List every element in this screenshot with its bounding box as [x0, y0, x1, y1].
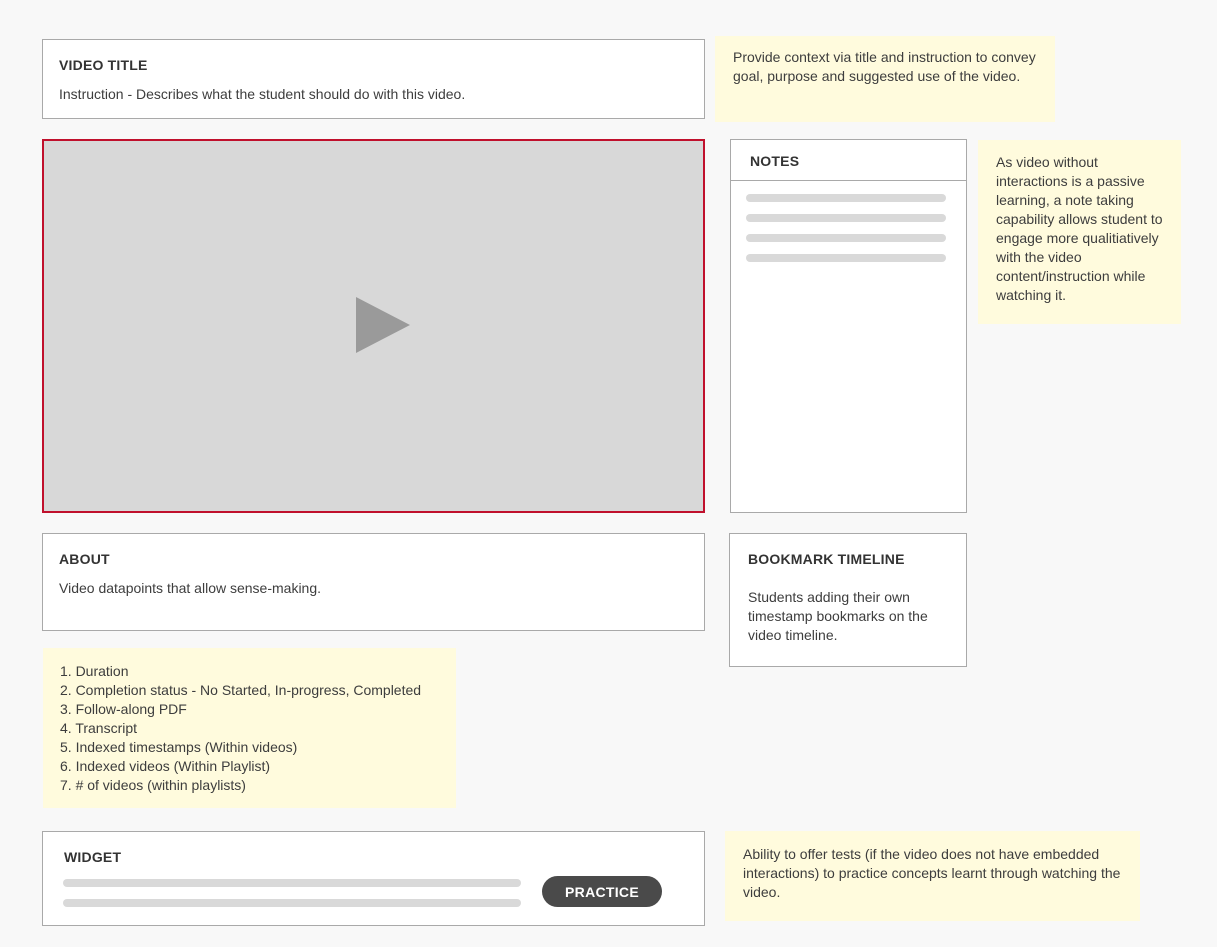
about-card: ABOUT Video datapoints that allow sense-…: [42, 533, 705, 631]
about-list-item: 5. Indexed timestamps (Within videos): [60, 739, 298, 755]
widget-placeholder-line: [63, 899, 521, 907]
about-list-item: 6. Indexed videos (Within Playlist): [60, 758, 271, 774]
widget-annotation-note: Ability to offer tests (if the video doe…: [725, 831, 1140, 921]
bookmark-timeline-card: BOOKMARK TIMELINE Students adding their …: [729, 533, 967, 667]
about-list-item: 1. Duration: [60, 663, 129, 679]
title-annotation-note: Provide context via title and instructio…: [715, 36, 1055, 122]
notes-placeholder-line: [746, 194, 946, 202]
notes-panel: NOTES: [730, 139, 967, 513]
title-annotation-text: Provide context via title and instructio…: [733, 49, 1036, 84]
notes-placeholder-line: [746, 234, 946, 242]
notes-placeholder-line: [746, 254, 946, 262]
play-icon[interactable]: [354, 296, 412, 354]
widget-card: WIDGET PRACTICE: [42, 831, 705, 926]
notes-text-area[interactable]: [731, 181, 966, 512]
about-heading: ABOUT: [59, 551, 110, 567]
widget-annotation-text: Ability to offer tests (if the video doe…: [743, 846, 1121, 900]
about-list-item: 4. Transcript: [60, 720, 138, 736]
about-list-item: 7. # of videos (within playlists): [60, 777, 246, 793]
notes-annotation-text: As video without interactions is a passi…: [996, 154, 1163, 303]
video-player[interactable]: [42, 139, 705, 513]
about-annotation-note: 1. Duration 2. Completion status - No St…: [43, 648, 456, 808]
about-list-item: 2. Completion status - No Started, In-pr…: [60, 682, 422, 698]
notes-placeholder-line: [746, 214, 946, 222]
bookmark-text: Students adding their own timestamp book…: [748, 589, 928, 643]
video-title-heading: VIDEO TITLE: [59, 57, 148, 73]
video-title-card: VIDEO TITLE Instruction - Describes what…: [42, 39, 705, 119]
practice-button[interactable]: PRACTICE: [542, 876, 662, 907]
about-list-item: 3. Follow-along PDF: [60, 701, 187, 717]
notes-heading: NOTES: [750, 153, 800, 169]
widget-heading: WIDGET: [64, 849, 122, 865]
video-instruction: Instruction - Describes what the student…: [59, 86, 466, 102]
bookmark-heading: BOOKMARK TIMELINE: [748, 551, 905, 567]
practice-button-label: PRACTICE: [565, 883, 639, 900]
notes-annotation-note: As video without interactions is a passi…: [978, 140, 1181, 324]
widget-placeholder-line: [63, 879, 521, 887]
about-text: Video datapoints that allow sense-making…: [59, 580, 322, 596]
